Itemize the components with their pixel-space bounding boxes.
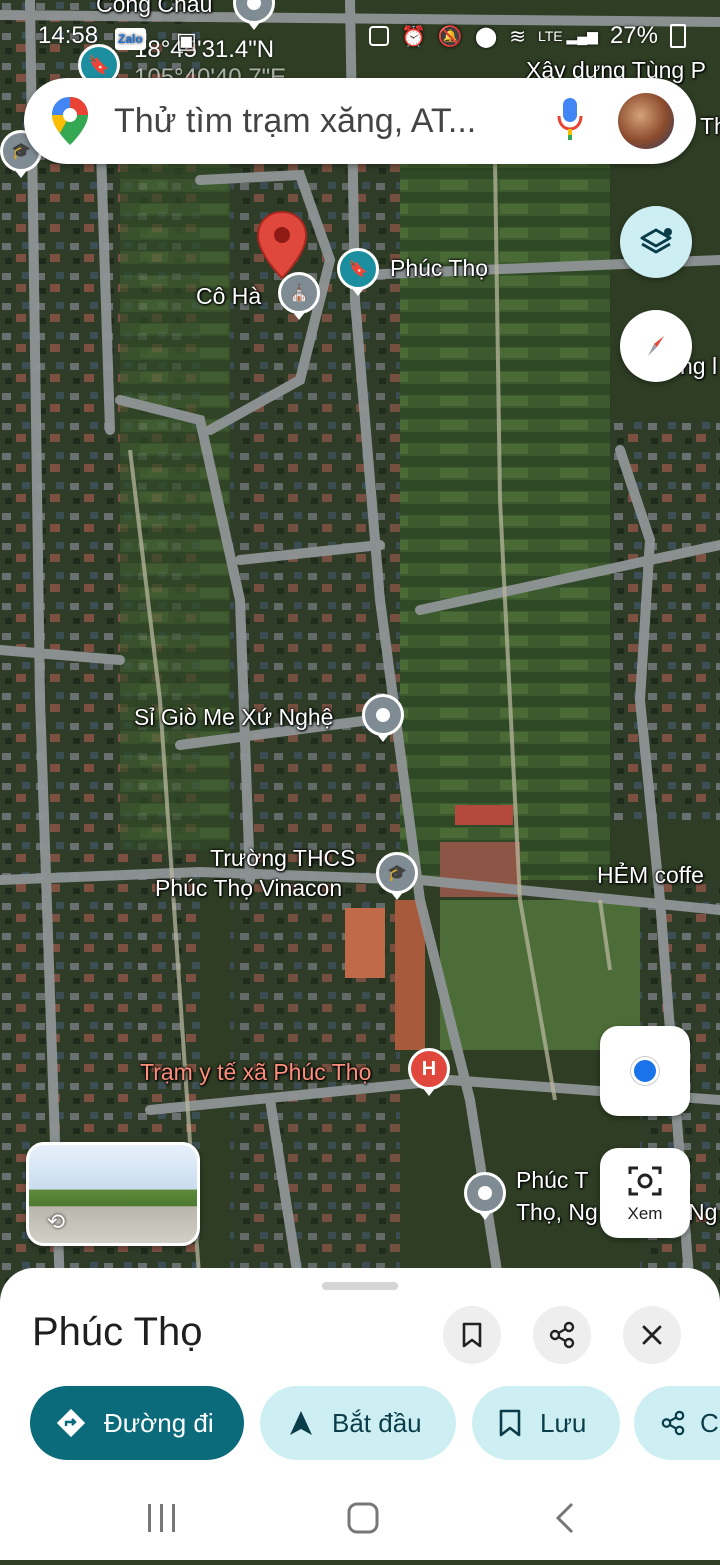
directions-icon bbox=[56, 1408, 86, 1438]
lens-view-button[interactable]: Xem bbox=[600, 1148, 690, 1238]
share-chip-button[interactable]: C bbox=[634, 1386, 720, 1460]
map-label-phuc-tho[interactable]: Phúc Thọ bbox=[390, 254, 488, 283]
bookmark-button[interactable] bbox=[443, 1306, 501, 1364]
map-label-school-line2[interactable]: Phúc Thọ Vinacon bbox=[155, 874, 342, 903]
bookmark-icon bbox=[499, 1409, 521, 1437]
map-label-partial-th[interactable]: Th bbox=[700, 112, 720, 141]
directions-button[interactable]: Đường đi bbox=[30, 1386, 244, 1460]
google-maps-logo-icon bbox=[50, 95, 90, 147]
map-label-bottom-right-3[interactable]: Ng bbox=[688, 1198, 717, 1227]
compass-icon bbox=[648, 336, 664, 356]
home-icon[interactable] bbox=[347, 1502, 379, 1534]
shop-pin-icon[interactable] bbox=[362, 694, 404, 742]
close-icon bbox=[642, 1325, 662, 1345]
battery-icon bbox=[670, 24, 686, 48]
lens-label: Xem bbox=[627, 1204, 663, 1223]
zalo-notification-icon: Zalo bbox=[115, 28, 146, 50]
rotate-360-icon: ⟲ bbox=[46, 1209, 66, 1234]
location-dot-icon bbox=[631, 1057, 659, 1085]
wifi-icon: ≋ bbox=[509, 25, 526, 48]
share-chip-label: C bbox=[700, 1407, 719, 1438]
street-view-thumbnail[interactable]: ⟲ bbox=[26, 1142, 200, 1246]
drag-handle[interactable] bbox=[322, 1282, 398, 1290]
system-navigation-bar bbox=[0, 1480, 720, 1560]
profile-avatar[interactable] bbox=[618, 93, 674, 149]
bookmark-icon bbox=[462, 1322, 482, 1348]
map-label-si-gio[interactable]: Sỉ Giò Me Xứ Nghệ bbox=[134, 703, 333, 732]
school-pin-icon[interactable]: 🎓 bbox=[376, 852, 418, 900]
share-icon bbox=[549, 1321, 575, 1349]
map-label-clinic[interactable]: Trạm y tế xã Phúc Thọ bbox=[140, 1058, 371, 1087]
location-status-icon: ⬤ bbox=[474, 25, 498, 48]
coordinate-readout-lat: 18°45'31.4"N bbox=[134, 36, 275, 63]
layers-icon bbox=[640, 228, 672, 254]
search-bar[interactable]: Thử tìm trạm xăng, AT... bbox=[24, 78, 696, 164]
map-label-co-ha[interactable]: Cô Hà bbox=[196, 282, 261, 311]
map-label-bottom-right-2[interactable]: Thọ, Ng bbox=[516, 1198, 598, 1227]
map-label-bottom-right-1[interactable]: Phúc T bbox=[516, 1166, 588, 1195]
layers-button[interactable] bbox=[620, 206, 692, 278]
compass-button[interactable] bbox=[620, 310, 692, 382]
signal-icon: LTE ▂▄▆ bbox=[537, 27, 598, 44]
satellite-map[interactable]: 14:58 18°45'31.4"N 105°40'40.7"E Zalo ▣ … bbox=[0, 0, 720, 1290]
alarm-icon: ⏰ bbox=[401, 25, 426, 48]
church-pin-icon[interactable]: ⛪ bbox=[278, 272, 320, 320]
map-label-cong-chau[interactable]: Công Châu bbox=[96, 0, 212, 19]
photo-notification-icon: ▣ bbox=[176, 28, 197, 53]
battery-percent: 27% bbox=[609, 22, 658, 49]
directions-label: Đường đi bbox=[104, 1407, 214, 1438]
share-icon bbox=[661, 1410, 685, 1436]
hospital-pin-icon[interactable]: H bbox=[408, 1048, 450, 1096]
save-button[interactable]: Lưu bbox=[472, 1386, 620, 1460]
start-label: Bắt đầu bbox=[332, 1407, 422, 1438]
navigation-arrow-icon bbox=[290, 1411, 312, 1435]
share-button[interactable] bbox=[533, 1306, 591, 1364]
start-button[interactable]: Bắt đầu bbox=[260, 1386, 456, 1460]
recent-apps-icon[interactable] bbox=[148, 1504, 175, 1532]
close-button[interactable] bbox=[623, 1306, 681, 1364]
back-icon[interactable] bbox=[555, 1502, 574, 1534]
phuc-tho-saved-pin-icon[interactable]: 🔖 bbox=[337, 248, 379, 296]
search-input[interactable]: Thử tìm trạm xăng, AT... bbox=[114, 102, 550, 141]
map-label-cafe[interactable]: HẺM coffe bbox=[597, 861, 704, 890]
place-title: Phúc Thọ bbox=[32, 1310, 203, 1354]
microphone-icon[interactable] bbox=[550, 96, 590, 146]
selected-location-pin-icon[interactable] bbox=[256, 210, 308, 280]
my-location-button[interactable] bbox=[600, 1026, 690, 1116]
map-label-school-line1[interactable]: Trường THCS bbox=[210, 844, 356, 873]
camera-lens-icon bbox=[628, 1166, 662, 1196]
save-label: Lưu bbox=[540, 1407, 587, 1438]
mute-icon: 🔕 bbox=[437, 25, 463, 48]
clipboard-icon bbox=[369, 26, 389, 46]
place-pin-icon[interactable] bbox=[464, 1172, 506, 1220]
